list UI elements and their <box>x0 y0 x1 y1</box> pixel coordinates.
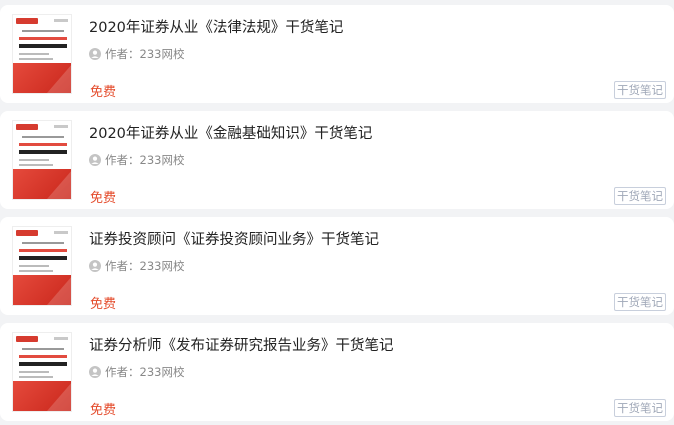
note-author: 作者： 233网校 <box>89 151 184 169</box>
price-label: 免费 <box>90 297 117 312</box>
author-name: 233网校 <box>139 259 185 273</box>
note-title[interactable]: 证券分析师《发布证券研究报告业务》干货笔记 <box>89 335 654 357</box>
user-icon <box>89 366 101 378</box>
note-title[interactable]: 2020年证券从业《金融基础知识》干货笔记 <box>89 123 654 145</box>
price-label: 免费 <box>90 403 117 418</box>
author-name: 233网校 <box>139 153 185 167</box>
note-author: 作者： 233网校 <box>89 257 184 275</box>
note-author: 作者： 233网校 <box>89 45 184 63</box>
note-author: 作者： 233网校 <box>89 363 184 381</box>
note-card[interactable]: 2020年证券从业《法律法规》干货笔记 作者： 233网校 免费 干货笔记 <box>0 5 674 103</box>
note-cover-image[interactable] <box>12 332 72 412</box>
note-title[interactable]: 2020年证券从业《法律法规》干货笔记 <box>89 17 654 39</box>
price-label: 免费 <box>90 191 117 206</box>
price-label: 免费 <box>90 85 117 100</box>
category-tag: 干货笔记 <box>614 293 666 311</box>
user-icon <box>89 48 101 60</box>
category-tag: 干货笔记 <box>614 187 666 205</box>
note-cover-image[interactable] <box>12 120 72 200</box>
category-tag: 干货笔记 <box>614 399 666 417</box>
author-prefix: 作者： <box>105 47 140 61</box>
note-cover-image[interactable] <box>12 14 72 94</box>
author-prefix: 作者： <box>105 365 140 379</box>
author-prefix: 作者： <box>105 153 140 167</box>
note-card[interactable]: 2020年证券从业《金融基础知识》干货笔记 作者： 233网校 免费 干货笔记 <box>0 111 674 209</box>
notes-list: 2020年证券从业《法律法规》干货笔记 作者： 233网校 免费 干货笔记 202… <box>0 0 674 425</box>
user-icon <box>89 260 101 272</box>
category-tag: 干货笔记 <box>614 81 666 99</box>
note-cover-image[interactable] <box>12 226 72 306</box>
user-icon <box>89 154 101 166</box>
note-card[interactable]: 证券投资顾问《证券投资顾问业务》干货笔记 作者： 233网校 免费 干货笔记 <box>0 217 674 315</box>
note-title[interactable]: 证券投资顾问《证券投资顾问业务》干货笔记 <box>89 229 654 251</box>
note-card[interactable]: 证券分析师《发布证券研究报告业务》干货笔记 作者： 233网校 免费 干货笔记 <box>0 323 674 421</box>
author-name: 233网校 <box>139 365 185 379</box>
author-name: 233网校 <box>139 47 185 61</box>
author-prefix: 作者： <box>105 259 140 273</box>
